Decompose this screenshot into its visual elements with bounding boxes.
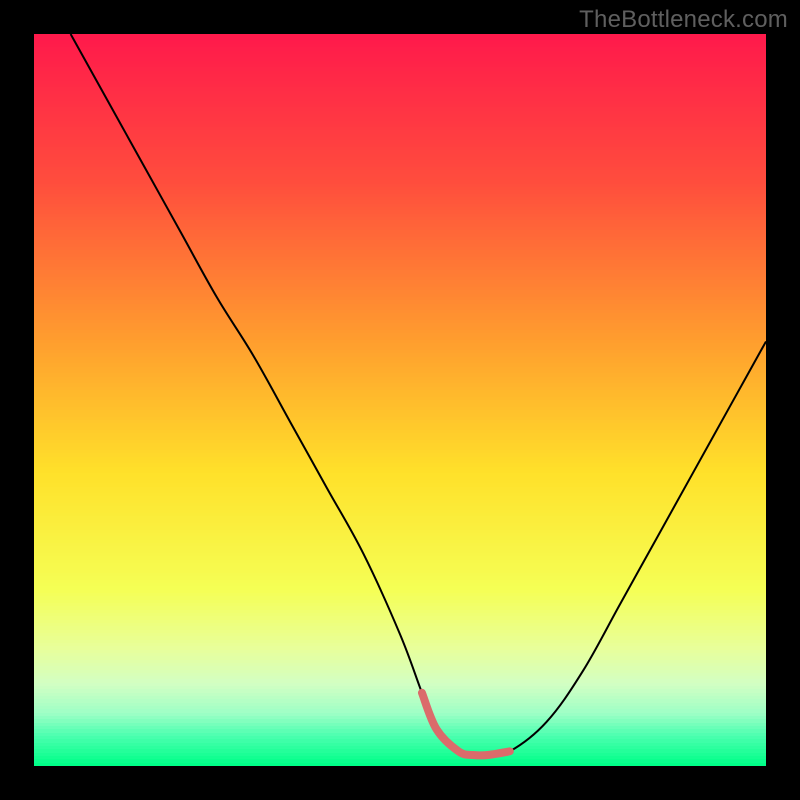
- chart-frame: TheBottleneck.com: [0, 0, 800, 800]
- bottleneck-curve: [71, 34, 766, 756]
- plot-area: [34, 34, 766, 766]
- curve-layer: [34, 34, 766, 766]
- watermark-text: TheBottleneck.com: [579, 6, 788, 34]
- optimal-zone: [422, 693, 510, 756]
